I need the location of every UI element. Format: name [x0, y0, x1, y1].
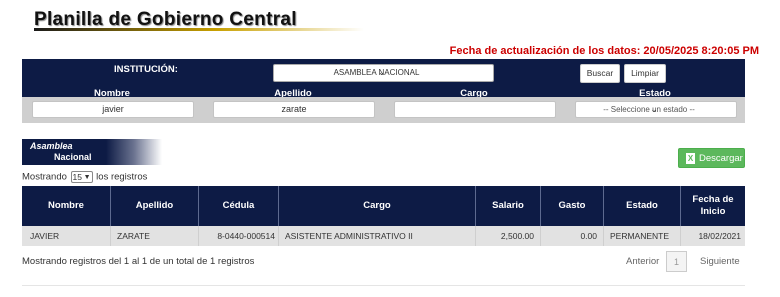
length-menu: Mostrando 15 ▼ los registros — [22, 171, 147, 183]
chevron-down-icon: ▼ — [83, 174, 91, 181]
institucion-label: INSTITUCIÓN: — [114, 64, 178, 75]
nombre-input[interactable]: javier — [32, 101, 194, 118]
length-prefix: Mostrando — [22, 171, 67, 183]
column-header-fecha-inicio[interactable]: Fecha de Inicio — [681, 186, 745, 226]
page-header: Planilla de Gobierno Central — [34, 9, 364, 31]
filter-row: javier zarate -- Seleccione un estado --… — [22, 97, 745, 123]
pagination-previous[interactable]: Anterior — [626, 256, 659, 267]
tab-line-2: Nacional — [54, 152, 92, 162]
cargo-input[interactable] — [394, 101, 556, 118]
column-header-salario[interactable]: Salario — [476, 186, 541, 226]
column-header-cargo[interactable]: Cargo — [279, 186, 476, 226]
institucion-select[interactable]: ASAMBLEA NACIONAL ⌄ — [273, 64, 494, 82]
length-select-value: 15 — [72, 172, 82, 182]
column-header-apellido[interactable]: Apellido — [111, 186, 199, 226]
footer-divider — [22, 285, 745, 286]
descargar-button[interactable]: X Descargar — [678, 148, 745, 168]
apellido-input[interactable]: zarate — [213, 101, 375, 118]
cell-fecha-inicio: 18/02/2021 — [698, 231, 741, 241]
tab-asamblea-nacional[interactable]: Asamblea Nacional — [22, 139, 162, 165]
cell-estado: PERMANENTE — [604, 226, 681, 246]
descargar-label: Descargar — [699, 153, 743, 164]
column-header-cedula[interactable]: Cédula — [199, 186, 279, 226]
column-header-nombre[interactable]: Nombre — [22, 186, 111, 226]
pagination-next[interactable]: Siguiente — [700, 256, 740, 267]
cell-nombre: JAVIER — [22, 226, 111, 246]
title-underline — [34, 28, 364, 31]
tab-line-1: Asamblea — [30, 141, 73, 151]
chevron-down-icon: ⌄ — [650, 104, 658, 114]
buscar-button[interactable]: Buscar — [580, 64, 620, 83]
pagination-page-1[interactable]: 1 — [666, 251, 687, 272]
estado-select[interactable]: -- Seleccione un estado -- ⌄ — [575, 101, 737, 118]
limpiar-button[interactable]: Limpiar — [624, 64, 666, 83]
cell-salario: 2,500.00 — [476, 226, 541, 246]
table-header: Nombre Apellido Cédula Cargo Salario Gas… — [22, 186, 745, 226]
column-header-estado[interactable]: Estado — [604, 186, 681, 226]
cell-gasto: 0.00 — [541, 226, 604, 246]
table-row: JAVIER ZARATE 8-0440-000514 ASISTENTE AD… — [22, 226, 745, 246]
cell-cargo: ASISTENTE ADMINISTRATIVO II — [279, 226, 476, 246]
cell-apellido: ZARATE — [111, 226, 199, 246]
chevron-down-icon: ⌄ — [377, 67, 386, 77]
length-suffix: los registros — [96, 171, 148, 183]
update-timestamp: Fecha de actualización de los datos: 20/… — [449, 45, 759, 57]
excel-file-icon: X — [686, 153, 695, 164]
cell-cedula: 8-0440-000514 — [199, 226, 279, 246]
column-header-gasto[interactable]: Gasto — [541, 186, 604, 226]
table-info: Mostrando registros del 1 al 1 de un tot… — [22, 256, 255, 267]
length-select[interactable]: 15 ▼ — [70, 171, 93, 183]
